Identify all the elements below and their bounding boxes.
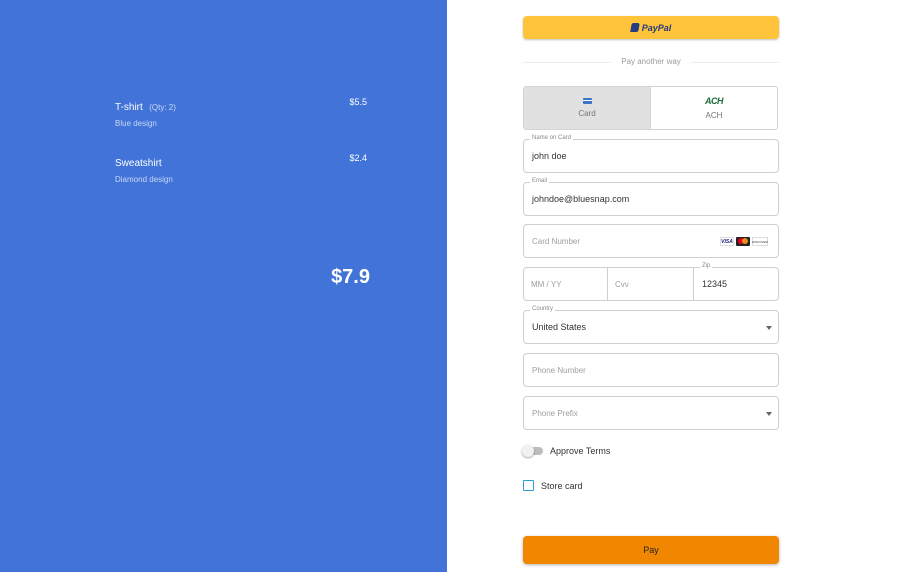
- summary-item-sweatshirt: Sweatshirt Diamond design $2.4: [115, 153, 367, 184]
- approve-terms-toggle[interactable]: Approve Terms: [522, 445, 611, 457]
- ach-icon: ACH: [705, 96, 724, 106]
- email-field[interactable]: Email johndoe@bluesnap.com: [523, 178, 779, 216]
- store-card-label: Store card: [541, 480, 583, 491]
- approve-terms-label: Approve Terms: [550, 446, 611, 456]
- order-total: $7.9: [331, 266, 370, 288]
- item-price: $2.4: [349, 153, 367, 163]
- tab-ach-label: ACH: [705, 111, 723, 120]
- cvv-field[interactable]: Cvv: [608, 267, 694, 301]
- cvv-placeholder: Cvv: [615, 280, 629, 289]
- paypal-label: PayPal: [641, 22, 672, 33]
- pay-button[interactable]: Pay: [523, 536, 779, 564]
- expiry-field[interactable]: MM / YY: [523, 267, 608, 301]
- summary-item-tshirt: T-shirt (Qty: 2) Blue design $5.5: [115, 97, 367, 128]
- store-card-checkbox[interactable]: [523, 480, 534, 491]
- paypal-button[interactable]: PayPal: [523, 16, 779, 39]
- visa-icon: VISA: [720, 237, 734, 246]
- zip-label: Zip: [700, 263, 713, 269]
- item-description: Diamond design: [115, 175, 173, 184]
- name-on-card-label: Name on Card: [530, 135, 574, 141]
- paypal-logo: PayPal: [629, 22, 672, 33]
- tab-card[interactable]: Card: [524, 87, 651, 129]
- card-brands: VISA DISCOVER: [720, 237, 768, 246]
- item-description: Blue design: [115, 119, 157, 128]
- name-on-card-field[interactable]: Name on Card john doe: [523, 135, 779, 173]
- country-value: United States: [532, 322, 587, 332]
- divider-text: Pay another way: [611, 57, 691, 66]
- phone-prefix-select[interactable]: Phone Prefix: [523, 396, 779, 430]
- item-name: T-shirt: [115, 102, 143, 113]
- expiry-placeholder: MM / YY: [531, 280, 562, 289]
- email-value: johndoe@bluesnap.com: [532, 194, 630, 204]
- item-name: Sweatshirt: [115, 158, 162, 169]
- toggle-knob: [522, 445, 534, 457]
- phone-prefix-placeholder: Phone Prefix: [532, 409, 578, 418]
- store-card-option[interactable]: Store card: [523, 480, 583, 491]
- phone-number-field[interactable]: Phone Number: [523, 353, 779, 387]
- card-number-field[interactable]: Card Number VISA DISCOVER: [523, 224, 779, 258]
- tab-ach[interactable]: ACH ACH: [651, 87, 777, 129]
- country-select[interactable]: Country United States: [523, 306, 779, 344]
- card-number-placeholder: Card Number: [532, 237, 581, 246]
- item-price: $5.5: [349, 97, 367, 107]
- zip-field[interactable]: Zip 12345: [694, 263, 779, 301]
- chevron-down-icon: [766, 412, 772, 416]
- payment-method-tabs: Card ACH ACH: [523, 86, 778, 130]
- toggle-switch[interactable]: [522, 445, 543, 457]
- paypal-icon: [629, 23, 640, 32]
- country-label: Country: [530, 306, 556, 312]
- chevron-down-icon: [766, 326, 772, 330]
- phone-number-placeholder: Phone Number: [532, 366, 586, 375]
- email-label: Email: [530, 178, 550, 184]
- order-summary-panel: T-shirt (Qty: 2) Blue design $5.5 Sweats…: [0, 0, 447, 572]
- name-on-card-value: john doe: [532, 151, 567, 161]
- item-qty: (Qty: 2): [149, 103, 176, 112]
- zip-value: 12345: [702, 279, 728, 289]
- mastercard-icon: [736, 237, 750, 246]
- discover-icon: DISCOVER: [752, 237, 768, 246]
- credit-card-icon: [582, 98, 592, 104]
- card-details-row: MM / YY Cvv Zip 12345: [523, 263, 779, 301]
- tab-card-label: Card: [578, 109, 596, 118]
